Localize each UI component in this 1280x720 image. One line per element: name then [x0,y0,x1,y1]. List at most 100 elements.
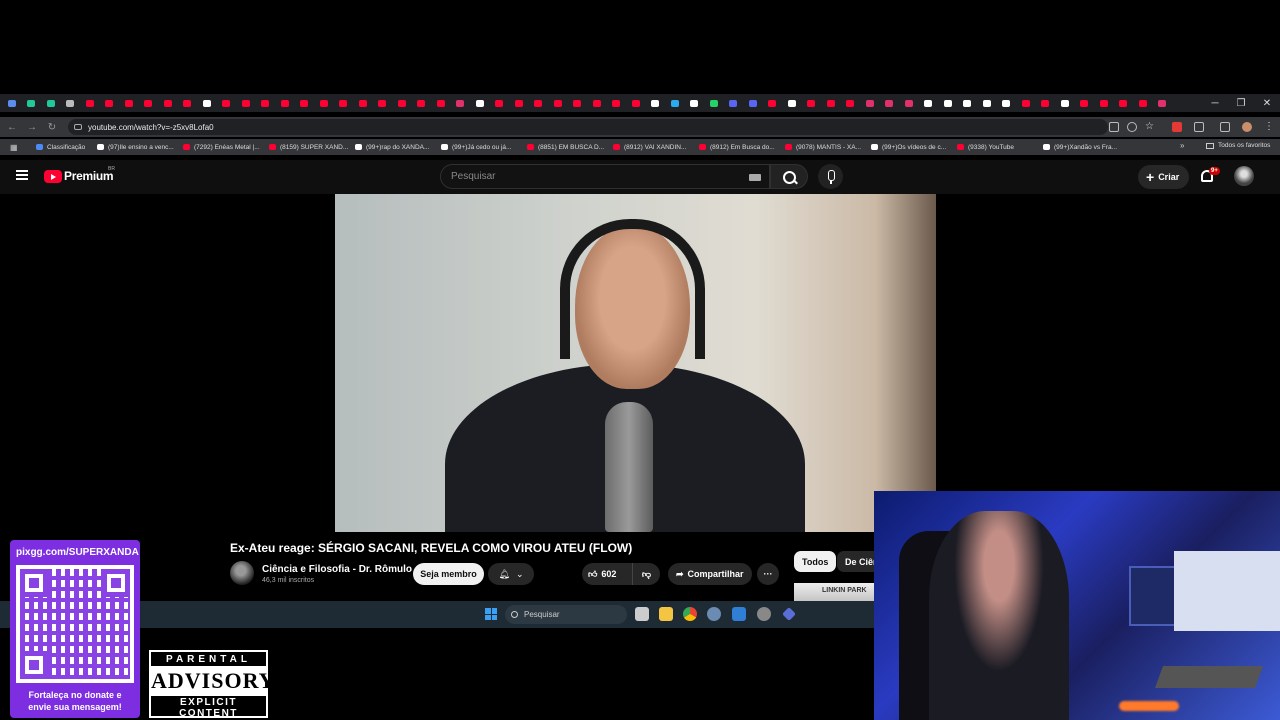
bookmark-item[interactable]: (8912) VAI XANDIN... [613,144,693,151]
browser-tab[interactable] [646,94,666,112]
like-button[interactable]: 👍︎ 602 [582,563,632,585]
chrome-menu-icon[interactable]: ⋮ [1264,122,1274,132]
account-avatar[interactable] [1234,166,1254,186]
voice-search-button[interactable] [818,164,843,189]
browser-tab[interactable] [607,94,627,112]
browser-tab[interactable] [314,94,334,112]
more-bookmarks-icon[interactable]: » [1180,141,1184,150]
browser-tab[interactable] [197,94,217,112]
browser-tab[interactable] [1114,94,1134,112]
browser-tab[interactable] [334,94,354,112]
browser-tab[interactable] [1133,94,1153,112]
windows-start-icon[interactable] [485,608,497,620]
bookmark-item[interactable]: (8159) SUPER XAND... [269,144,349,151]
youtube-logo-icon[interactable] [44,170,62,183]
more-actions-button[interactable]: ··· [757,563,779,585]
browser-tab[interactable] [782,94,802,112]
browser-tab[interactable] [860,94,880,112]
browser-tab[interactable] [158,94,178,112]
close-window-button[interactable]: ✕ [1254,94,1280,112]
browser-tab[interactable] [899,94,919,112]
browser-tab[interactable] [22,94,42,112]
browser-tab[interactable] [80,94,100,112]
minimize-button[interactable]: ─ [1202,94,1228,112]
browser-tab[interactable] [841,94,861,112]
extensions-puzzle-icon[interactable] [1194,122,1204,132]
browser-tab[interactable] [470,94,490,112]
menu-icon[interactable] [16,170,28,180]
bookmark-item[interactable]: (7292) Enéas Metal |... [183,144,263,151]
install-app-icon[interactable] [1109,122,1119,132]
browser-tab[interactable] [353,94,373,112]
channel-name[interactable]: Ciência e Filosofia - Dr. Rômulo [262,564,412,575]
video-player[interactable] [335,194,936,532]
search-input[interactable] [451,171,741,182]
bookmark-item[interactable]: (99+)Já cedo ou já... [441,144,521,151]
browser-tab[interactable] [568,94,588,112]
back-button[interactable]: ← [2,122,22,133]
app-icon-2[interactable] [757,607,771,621]
search-button[interactable] [770,164,808,189]
browser-tab[interactable] [1075,94,1095,112]
browser-tab[interactable] [1153,94,1173,112]
browser-tab[interactable] [665,94,685,112]
profile-avatar[interactable] [1242,122,1252,132]
bookmark-item[interactable]: (99+)Os vídeos de c... [871,144,951,151]
browser-tab[interactable] [412,94,432,112]
browser-tab[interactable] [529,94,549,112]
browser-tab[interactable] [743,94,763,112]
browser-tab[interactable] [587,94,607,112]
zoom-icon[interactable] [1127,122,1137,132]
bookmark-star-icon[interactable]: ☆ [1145,122,1155,132]
browser-tab[interactable] [41,94,61,112]
browser-tab[interactable] [802,94,822,112]
browser-tab[interactable] [451,94,471,112]
browser-tab[interactable] [821,94,841,112]
bookmark-item[interactable]: (97)Ile ensino a venc... [97,144,177,151]
browser-tab[interactable] [704,94,724,112]
browser-tab[interactable] [1055,94,1075,112]
browser-tab[interactable] [392,94,412,112]
create-button[interactable]: + Criar [1138,165,1190,189]
browser-tab[interactable] [1016,94,1036,112]
browser-tab[interactable] [1036,94,1056,112]
browser-tab[interactable] [2,94,22,112]
bookmark-item[interactable]: (99+)Xandão vs Fra... [1043,144,1123,151]
browser-tab[interactable] [139,94,159,112]
keyboard-icon[interactable] [749,174,761,181]
bookmark-item[interactable]: (8912) Em Busca do... [699,144,779,151]
browser-tab[interactable] [178,94,198,112]
browser-tab[interactable] [977,94,997,112]
apps-grid-icon[interactable]: ▦ [10,143,22,152]
browser-tab[interactable] [100,94,120,112]
chrome-icon[interactable] [683,607,697,621]
settings-icon[interactable] [707,607,721,621]
browser-tab[interactable] [997,94,1017,112]
browser-tab[interactable] [431,94,451,112]
subscribe-notifications-button[interactable]: 🔔︎ ⌄ [488,563,534,585]
browser-tab[interactable] [626,94,646,112]
browser-tab[interactable] [236,94,256,112]
forward-button[interactable]: → [22,122,42,133]
browser-tab[interactable] [256,94,276,112]
browser-tab[interactable] [119,94,139,112]
bookmark-item[interactable]: Classificação [36,144,91,151]
youtube-brand[interactable]: Premium [64,169,114,183]
extension-icon[interactable] [1172,122,1182,132]
task-view-icon[interactable] [635,607,649,621]
bookmark-item[interactable]: (99+)rap do XANDÃ... [355,144,435,151]
bookmark-item[interactable]: (8851) EM BUSCA D... [527,144,607,151]
browser-tab[interactable] [548,94,568,112]
dislike-button[interactable]: 👎︎ [632,563,660,585]
browser-tab[interactable] [724,94,744,112]
browser-tab[interactable] [61,94,81,112]
bookmark-item[interactable]: (9078) MANTIS - XA... [785,144,865,151]
browser-tab[interactable] [295,94,315,112]
browser-tab[interactable] [880,94,900,112]
browser-tab[interactable] [938,94,958,112]
site-info-icon[interactable] [74,124,82,130]
taskbar-search[interactable]: Pesquisar [505,605,627,624]
app-icon[interactable] [732,607,746,621]
share-button[interactable]: ➦ Compartilhar [668,563,752,585]
all-bookmarks-folder[interactable]: Todos os favoritos [1206,142,1270,149]
